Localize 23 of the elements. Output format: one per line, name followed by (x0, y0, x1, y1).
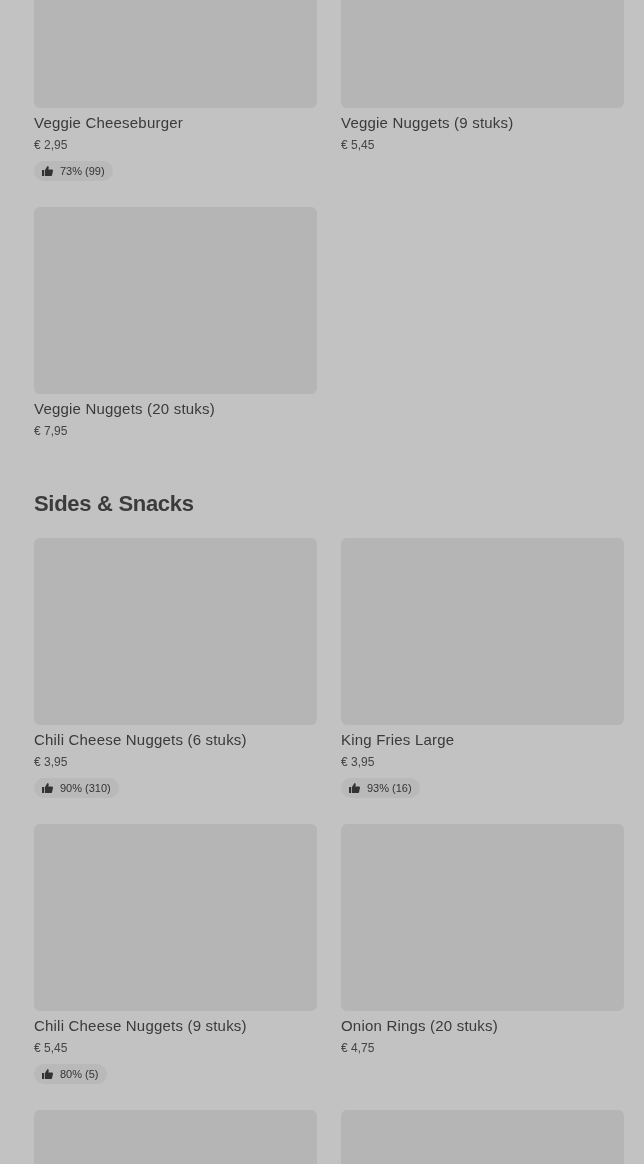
rating-text: 73% (99) (60, 165, 105, 177)
thumbs-up-icon (349, 783, 360, 793)
product-price: € 7,95 (34, 423, 69, 439)
rating-text: 93% (16) (367, 782, 412, 794)
product-name: Veggie Nuggets (20 stuks) (34, 400, 216, 418)
product-price: € 5,45 (341, 137, 376, 153)
thumbs-up-icon (42, 166, 53, 176)
product-price: € 5,45 (34, 1040, 69, 1056)
product-price: € 3,95 (34, 754, 69, 770)
product-name: Veggie Cheeseburger (34, 114, 184, 132)
section-heading: Sides & Snacks (34, 490, 195, 518)
product-price: € 2,95 (34, 137, 69, 153)
rating-text: 80% (5) (60, 1068, 99, 1080)
product-price: € 3,95 (341, 754, 376, 770)
product-name: Veggie Nuggets (9 stuks) (341, 114, 515, 132)
product-name: Chili Cheese Nuggets (6 stuks) (34, 731, 248, 749)
product-name: Chili Cheese Nuggets (9 stuks) (34, 1017, 248, 1035)
thumbs-up-icon (42, 783, 53, 793)
product-name: Onion Rings (20 stuks) (341, 1017, 499, 1035)
product-name: King Fries Large (341, 731, 456, 749)
thumbs-up-icon (42, 1069, 53, 1079)
product-price: € 4,75 (341, 1040, 376, 1056)
rating-text: 90% (310) (60, 782, 111, 794)
